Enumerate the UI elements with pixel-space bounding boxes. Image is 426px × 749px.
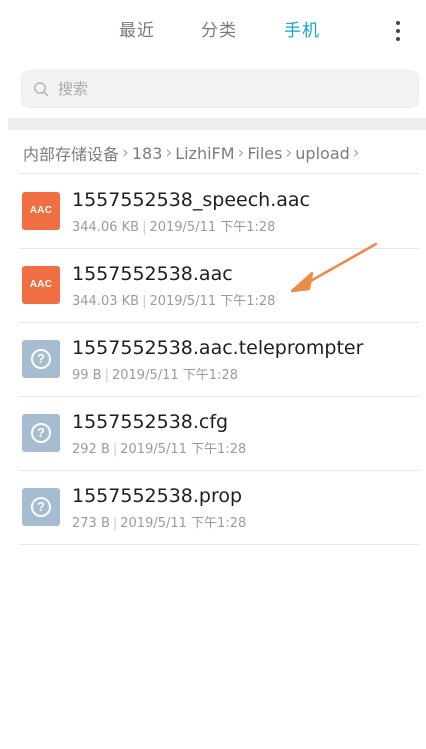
breadcrumb-item-internal-storage[interactable]: 内部存储设备: [23, 141, 119, 165]
more-options-icon[interactable]: [388, 17, 408, 45]
file-name: 1557552538.aac: [72, 263, 233, 285]
section-divider-band: [8, 118, 426, 130]
aac-file-icon: AAC: [22, 266, 60, 304]
chevron-right-icon: ›: [352, 143, 360, 163]
file-meta: 292 B | 2019/5/11 下午1:28: [72, 442, 247, 457]
file-name: 1557552538.cfg: [72, 411, 229, 433]
top-tab-bar: 最近 分类 手机: [0, 0, 426, 62]
search-bar[interactable]: [21, 70, 419, 108]
file-name: 1557552538.aac.teleprompter: [72, 337, 364, 359]
chevron-right-icon: ›: [122, 143, 129, 163]
file-row[interactable]: AAC 1557552538_speech.aac 344.06 KB | 2019…: [0, 174, 426, 248]
file-size: 292 B: [72, 442, 110, 457]
file-date: 2019/5/11 下午1:28: [149, 220, 276, 235]
aac-file-icon: AAC: [22, 192, 60, 230]
file-date: 2019/5/11 下午1:28: [120, 516, 247, 531]
file-date: 2019/5/11 下午1:28: [111, 368, 238, 383]
file-size: 344.06 KB: [72, 220, 140, 235]
file-meta: 344.06 KB | 2019/5/11 下午1:28: [72, 220, 276, 235]
breadcrumb-item-183[interactable]: 183: [132, 144, 163, 163]
divider: [19, 544, 419, 545]
breadcrumb-item-upload[interactable]: upload: [295, 144, 350, 163]
search-input[interactable]: [58, 71, 398, 107]
file-date: 2019/5/11 下午1:28: [149, 294, 276, 309]
search-icon: [34, 82, 49, 97]
chevron-right-icon: ›: [165, 143, 173, 163]
file-size: 99 B: [72, 368, 102, 383]
file-meta: 273 B | 2019/5/11 下午1:28: [72, 516, 247, 531]
breadcrumb-item-lizhifm[interactable]: LizhiFM: [175, 144, 234, 163]
file-date: 2019/5/11 下午1:28: [120, 442, 247, 457]
chevron-right-icon: ›: [285, 143, 293, 163]
unknown-file-icon: ?: [22, 414, 60, 452]
file-size: 344.03 KB: [72, 294, 140, 309]
file-row[interactable]: AAC 1557552538.aac 344.03 KB | 2019/5/11 下…: [0, 248, 426, 322]
file-name: 1557552538_speech.aac: [72, 189, 310, 211]
file-size: 273 B: [72, 516, 110, 531]
breadcrumb-item-files[interactable]: Files: [247, 144, 282, 163]
file-row[interactable]: ? 1557552538.prop 273 B | 2019/5/11 下午1:28: [0, 470, 426, 544]
tab-phone[interactable]: 手机: [284, 19, 320, 43]
file-meta: 344.03 KB | 2019/5/11 下午1:28: [72, 294, 276, 309]
unknown-file-icon: ?: [22, 488, 60, 526]
file-row[interactable]: ? 1557552538.cfg 292 B | 2019/5/11 下午1:28: [0, 396, 426, 470]
file-row[interactable]: ? 1557552538.aac.teleprompter 99 B | 2019/…: [0, 322, 426, 396]
tab-recent[interactable]: 最近: [119, 19, 155, 43]
file-name: 1557552538.prop: [72, 485, 243, 507]
tab-category[interactable]: 分类: [201, 19, 237, 43]
chevron-right-icon: ›: [237, 143, 245, 163]
file-meta: 99 B | 2019/5/11 下午1:28: [72, 368, 238, 383]
breadcrumb: 内部存储设备 › 183 › LizhiFM › Files › upload …: [23, 140, 363, 166]
unknown-file-icon: ?: [22, 340, 60, 378]
